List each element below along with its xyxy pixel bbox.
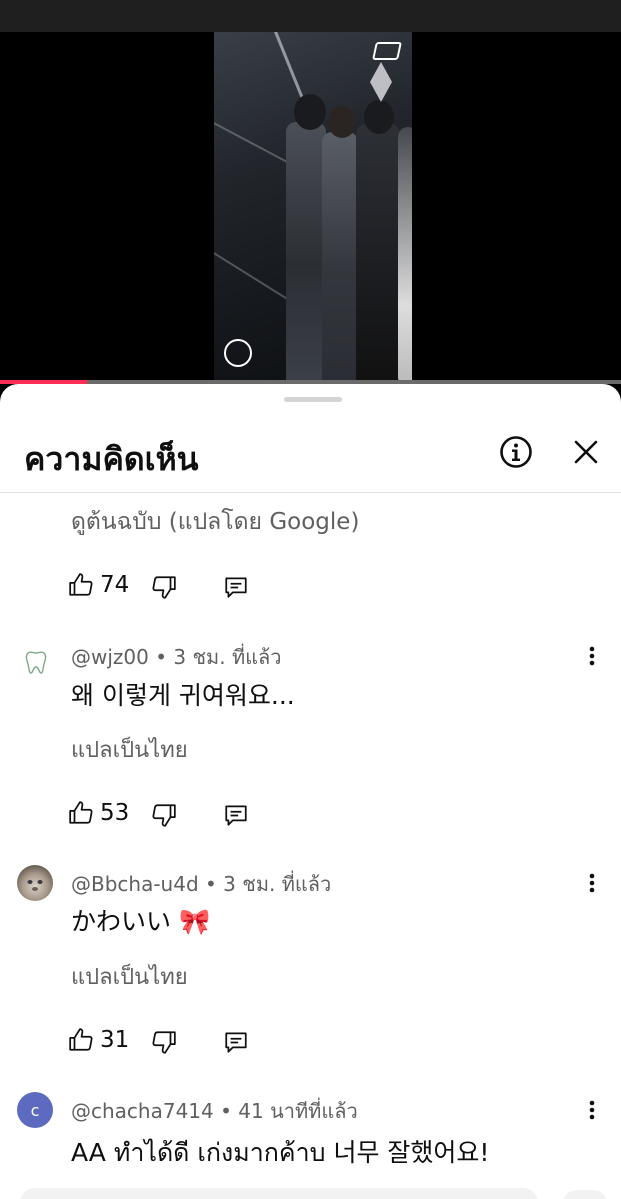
reply-icon [225, 577, 247, 598]
thumbs-down-icon [152, 1031, 176, 1054]
thumbs-up-icon [69, 801, 93, 824]
reply-icon [225, 805, 247, 826]
reply-button[interactable] [223, 574, 249, 600]
comment-meta: @Bbcha-u4d • 3 ชม. ที่แล้ว [71, 868, 331, 900]
comment-author[interactable]: @chacha7414 [71, 1099, 214, 1123]
like-count: 74 [100, 572, 130, 598]
comments-sheet: ความคิดเห็น ดูต้นฉบับ (แปลโดย Google) 74 [0, 384, 621, 1199]
comment-time: 41 นาทีที่แล้ว [238, 1099, 358, 1123]
comment-text: AA ทำได้ดี เก่งมากค้าบ 너무 잘했어요! [71, 1138, 490, 1167]
cat-avatar-icon [27, 880, 43, 891]
comment-time: 3 ชม. ที่แล้ว [223, 872, 332, 896]
stage-light [370, 62, 392, 102]
thumbs-up-icon [69, 573, 93, 596]
like-count: 31 [100, 1027, 130, 1053]
performer-head [328, 106, 356, 138]
comment-time: 3 ชม. ที่แล้ว [173, 645, 282, 669]
meta-separator: • [205, 872, 217, 896]
reply-button[interactable] [223, 802, 249, 828]
comment-text: かわいい 🎀 [71, 907, 211, 936]
comment-more-button[interactable] [580, 1096, 604, 1124]
like-button[interactable] [68, 800, 94, 826]
performer-head [294, 94, 326, 130]
dislike-button[interactable] [151, 574, 177, 600]
thumbs-down-icon [152, 576, 176, 599]
comment-more-button[interactable] [580, 642, 604, 670]
close-icon [574, 440, 598, 464]
comment-meta: @wjz00 • 3 ชม. ที่แล้ว [71, 641, 282, 673]
meta-separator: • [155, 645, 168, 669]
performer [286, 122, 326, 382]
video-player[interactable] [0, 32, 621, 382]
like-button[interactable] [68, 1027, 94, 1053]
more-vertical-icon [589, 1100, 595, 1120]
comment-input-field[interactable] [20, 1188, 538, 1199]
performer [322, 132, 358, 382]
avatar[interactable]: c [17, 1092, 53, 1128]
watermark-logo [224, 337, 278, 371]
info-circle-icon [500, 436, 532, 468]
channel-logo [372, 42, 402, 60]
more-vertical-icon [589, 646, 595, 666]
video-frame [214, 32, 412, 382]
translate-link[interactable]: แปลเป็นไทย [71, 732, 188, 767]
reply-icon [225, 1032, 247, 1053]
thumbs-up-icon [69, 1028, 93, 1051]
comment-text: 왜 이렇게 귀여워요... [71, 681, 295, 710]
info-button[interactable] [498, 434, 534, 470]
tooth-avatar-icon [25, 651, 47, 674]
performer [398, 127, 412, 382]
dislike-button[interactable] [151, 1029, 177, 1055]
like-count: 53 [100, 800, 130, 826]
drag-handle[interactable] [284, 397, 342, 402]
comment-author[interactable]: @Bbcha-u4d [71, 872, 199, 896]
header-divider [0, 492, 621, 493]
close-button[interactable] [568, 434, 604, 470]
avatar-letter: c [30, 1100, 40, 1120]
comment-meta: @chacha7414 • 41 นาทีที่แล้ว [71, 1095, 358, 1127]
performer-head [364, 100, 394, 134]
see-original-link[interactable]: ดูต้นฉบับ (แปลโดย Google) [71, 504, 359, 540]
dislike-button[interactable] [151, 802, 177, 828]
translate-link[interactable]: แปลเป็นไทย [71, 959, 188, 994]
comment-author[interactable]: @wjz00 [71, 645, 149, 669]
thumbs-down-icon [152, 804, 176, 827]
status-bar [0, 0, 621, 32]
meta-separator: • [220, 1099, 232, 1123]
performer [356, 124, 400, 382]
emoji-button[interactable] [562, 1190, 608, 1199]
avatar[interactable] [18, 644, 54, 680]
avatar[interactable] [17, 865, 53, 901]
reply-button[interactable] [223, 1029, 249, 1055]
comment-more-button[interactable] [580, 869, 604, 897]
like-button[interactable] [68, 572, 94, 598]
more-vertical-icon [589, 873, 595, 893]
sheet-title: ความคิดเห็น [24, 440, 199, 478]
